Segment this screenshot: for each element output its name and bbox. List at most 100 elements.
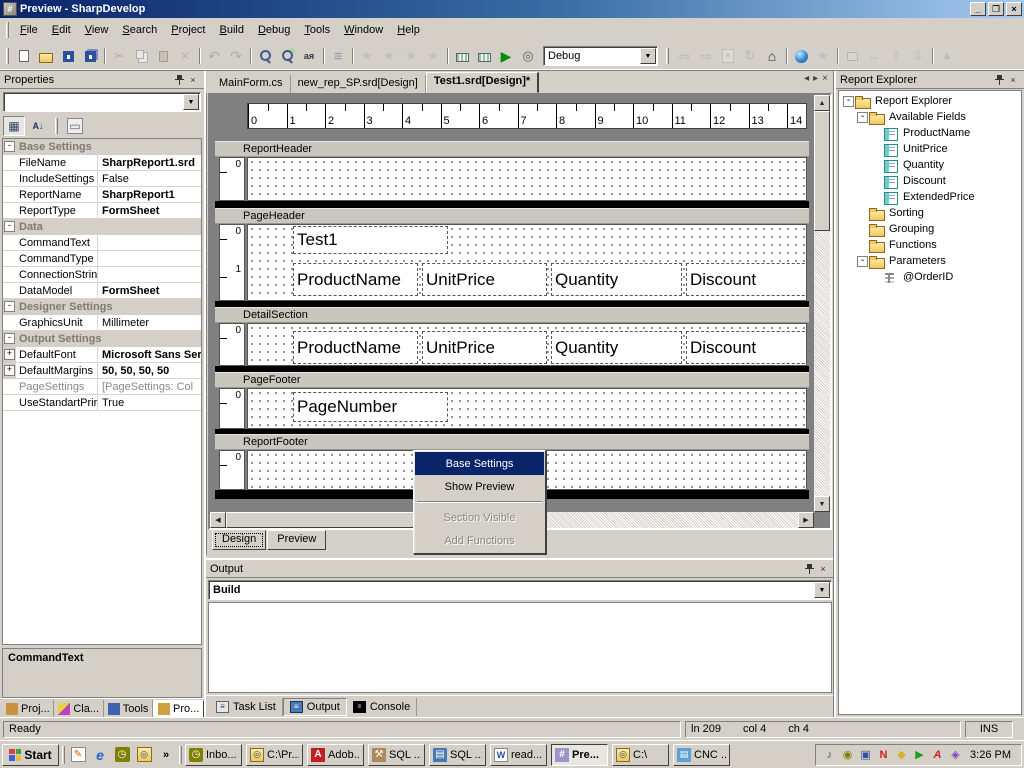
toolbar-button[interactable] [790, 45, 812, 67]
report-item-field[interactable]: Quantity [551, 263, 682, 296]
tree-item[interactable]: Report Explorer [839, 93, 1021, 109]
tree-expander-icon[interactable] [870, 127, 883, 140]
context-menu-item[interactable]: Add Functions [415, 529, 544, 552]
tray-icon[interactable]: ◈ [948, 747, 963, 762]
property-value[interactable]: SharpReport1.srd [98, 157, 201, 169]
menu-item[interactable]: Edit [45, 21, 78, 39]
tree-item[interactable]: ExtendedPrice [839, 189, 1021, 205]
toolbar-button[interactable] [101, 45, 108, 67]
toolbar-button[interactable] [320, 45, 327, 67]
toolbar-button[interactable] [247, 45, 254, 67]
section-band-detailsection[interactable]: DetailSection [215, 307, 809, 323]
menu-item[interactable]: Debug [251, 21, 297, 39]
quick-launch-button[interactable]: ◷ [112, 745, 132, 765]
chevron-down-icon[interactable]: ▼ [183, 94, 199, 110]
taskbar-button[interactable]: A Adob... [307, 744, 364, 766]
tree-item[interactable]: Available Fields [839, 109, 1021, 125]
toolbar-button[interactable] [152, 45, 174, 67]
chevron-down-icon[interactable]: ▼ [640, 48, 656, 64]
view-tab[interactable]: Design [212, 530, 266, 550]
tray-icon[interactable]: ◆ [894, 747, 909, 762]
close-icon[interactable]: × [816, 562, 830, 575]
property-row[interactable]: CommandType [3, 251, 201, 267]
report-item-field[interactable]: Discount [686, 331, 807, 364]
toolbar-button[interactable] [517, 45, 539, 67]
toolbar-button[interactable] [812, 45, 834, 67]
expander-icon[interactable] [3, 139, 16, 155]
property-value[interactable]: Microsoft Sans Ser [98, 349, 201, 361]
tray-icon[interactable]: A [930, 747, 945, 762]
menu-item[interactable]: File [13, 21, 45, 39]
property-value[interactable]: False [98, 173, 201, 185]
pagefooter-section-area[interactable]: PageNumber [247, 388, 807, 429]
property-row[interactable]: ConnectionStrin [3, 267, 201, 283]
tree-expander-icon[interactable] [856, 255, 869, 268]
scroll-up-icon[interactable]: ▲ [814, 95, 830, 111]
property-row[interactable]: IncludeSettings False [3, 171, 201, 187]
toolbar-button[interactable] [783, 45, 790, 67]
context-menu-item[interactable]: Base Settings [415, 452, 544, 475]
scroll-left-icon[interactable]: ◀ [210, 512, 226, 528]
toolbar-button[interactable] [907, 45, 929, 67]
menu-item[interactable]: Search [115, 21, 164, 39]
toolbar-button[interactable] [130, 45, 152, 67]
section-separator[interactable] [215, 201, 809, 208]
taskbar-button[interactable]: ◎ C:\Pr... [246, 744, 303, 766]
toolbar-button[interactable] [254, 45, 276, 67]
taskbar-button[interactable]: ◷ Inbo... [185, 744, 242, 766]
toolbar-button[interactable] [863, 45, 885, 67]
property-pages-button[interactable] [64, 116, 86, 136]
tree-expander-icon[interactable] [870, 159, 883, 172]
tree-item[interactable]: Parameters [839, 253, 1021, 269]
pageheader-section-area[interactable]: Test1 ProductNameUnitPriceQuantityDiscou… [247, 224, 807, 301]
menu-item[interactable]: View [78, 21, 116, 39]
reportheader-section-area[interactable] [247, 157, 807, 201]
toolbar-button[interactable] [298, 45, 320, 67]
report-item-field[interactable]: UnitPrice [422, 331, 547, 364]
scroll-tabs-left-icon[interactable]: ◂ [804, 73, 809, 84]
left-panel-tab[interactable]: Proj... [2, 700, 54, 717]
toolbar-button[interactable] [35, 45, 57, 67]
menu-item[interactable]: Window [337, 21, 390, 39]
property-value[interactable]: Millimeter [98, 317, 201, 329]
toolbar-button[interactable] [174, 45, 196, 67]
toolbar-button[interactable] [936, 45, 958, 67]
toolbar-button[interactable] [276, 45, 298, 67]
section-band-reportheader[interactable]: ReportHeader [215, 141, 809, 157]
categorized-view-button[interactable] [3, 116, 25, 136]
pin-icon[interactable] [802, 562, 816, 575]
tree-item[interactable]: Discount [839, 173, 1021, 189]
section-band-pagefooter[interactable]: PageFooter [215, 372, 809, 388]
detailsection-area[interactable]: ProductNameUnitPriceQuantityDiscount [247, 323, 807, 366]
scrollbar-thumb[interactable] [814, 111, 830, 231]
expander-icon[interactable] [3, 299, 16, 315]
toolbar-button[interactable] [473, 45, 495, 67]
document-tab[interactable]: Test1.srd[Design]* [426, 72, 539, 93]
toolbar-button[interactable] [225, 45, 247, 67]
report-item-field[interactable]: Quantity [551, 331, 682, 364]
left-panel-tab[interactable]: Cla... [54, 700, 103, 717]
property-row[interactable]: Designer Settings [3, 299, 201, 315]
toolbar-button[interactable] [356, 45, 378, 67]
document-tab[interactable]: new_rep_SP.srd[Design] [291, 75, 426, 93]
toolbar-button[interactable] [717, 45, 739, 67]
property-row[interactable]: DataModel FormSheet [3, 283, 201, 299]
toolbar-button[interactable] [422, 45, 444, 67]
tray-icon[interactable]: ▣ [858, 747, 873, 762]
report-item-field[interactable]: UnitPrice [422, 263, 547, 296]
report-item-field[interactable]: ProductName [293, 263, 418, 296]
toolbar-button[interactable] [444, 45, 451, 67]
property-value[interactable]: True [98, 397, 201, 409]
output-category-combobox[interactable]: Build ▼ [208, 580, 832, 600]
vertical-scrollbar[interactable]: ▲ ▼ [814, 95, 830, 512]
section-band-pageheader[interactable]: PageHeader [215, 208, 809, 224]
property-row[interactable]: Data [3, 219, 201, 235]
toolbar-button[interactable] [196, 45, 203, 67]
output-text-area[interactable] [208, 602, 832, 693]
property-row[interactable]: GraphicsUnit Millimeter [3, 315, 201, 331]
toolbar-button[interactable] [349, 45, 356, 67]
tree-expander-icon[interactable] [856, 111, 869, 124]
start-button[interactable]: Start [2, 744, 59, 766]
restore-button[interactable]: ❐ [988, 2, 1004, 16]
chevron-down-icon[interactable]: ▼ [814, 582, 830, 598]
